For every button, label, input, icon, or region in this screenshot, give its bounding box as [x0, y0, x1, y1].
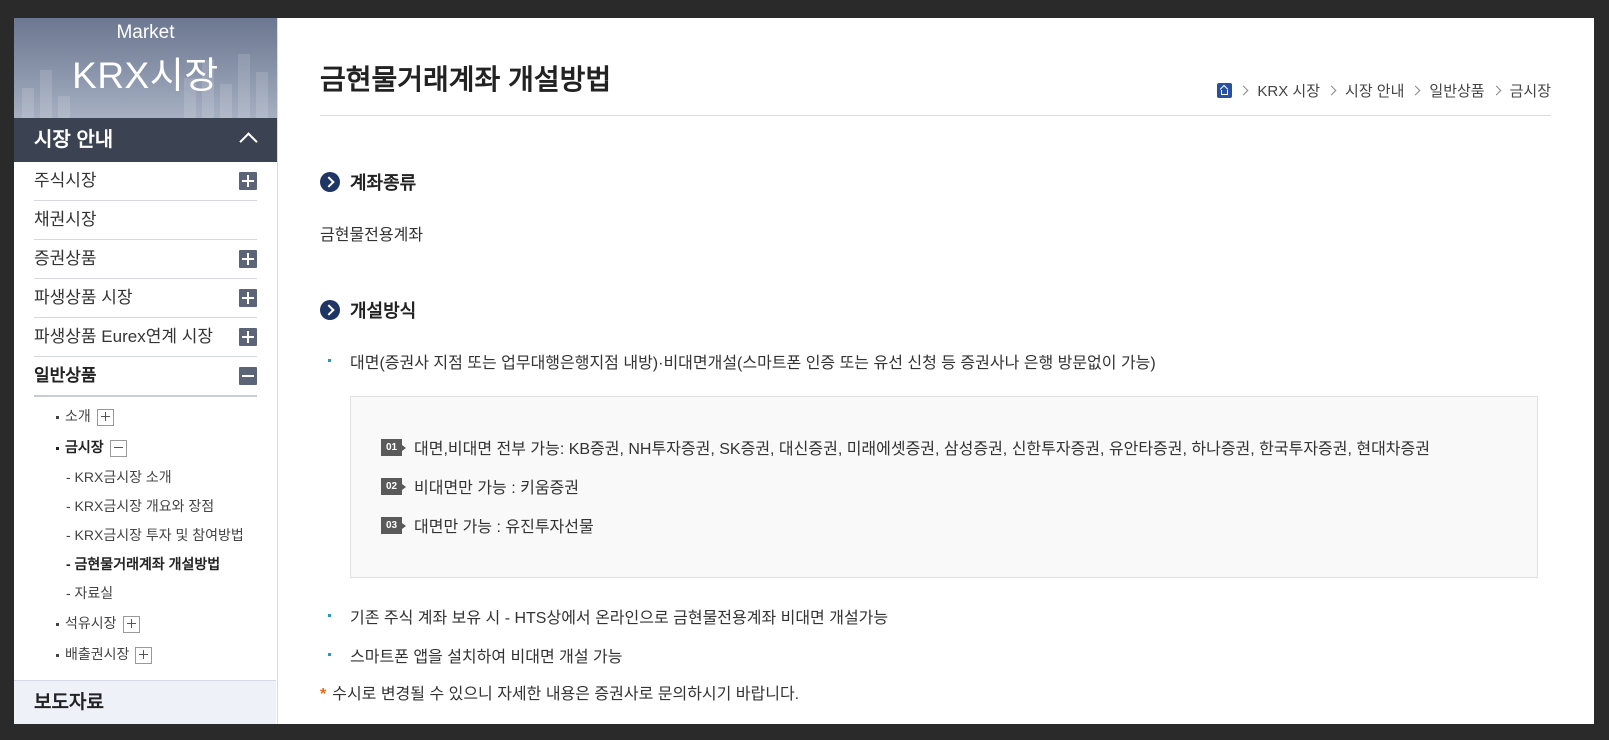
section-heading-account-type: 계좌종류: [320, 169, 416, 195]
firm-list-text: 대면,비대면 전부 가능: KB증권, NH투자증권, SK증권, 대신증권, …: [414, 441, 1430, 458]
chevron-circle-icon: [320, 300, 340, 320]
expand-plus-icon[interactable]: [239, 250, 257, 268]
home-icon[interactable]: [1217, 83, 1233, 98]
list-item: 기존 주식 계좌 보유 시 - HTS상에서 온라인으로 금현물전용계좌 비대면…: [328, 604, 888, 628]
chevron-circle-icon: [320, 172, 340, 192]
sidebar-item-label: 파생상품 시장: [34, 288, 133, 307]
sidebar-item-derivatives-market[interactable]: 파생상품 시장: [34, 279, 257, 318]
submenu-item-emission-market[interactable]: 배출권시장: [56, 639, 257, 670]
list-item-text: 대면(증권사 지점 또는 업무대행은행지점 내방)·비대면개설(스마트폰 인증 …: [350, 355, 1156, 372]
chevron-up-icon[interactable]: [239, 132, 258, 151]
expand-plus-icon[interactable]: [239, 172, 257, 190]
chevron-right-icon: [1238, 85, 1249, 96]
firm-list-row: 03 대면만 가능 : 유진투자선물: [381, 513, 594, 537]
sidebar-item-securities-products[interactable]: 증권상품: [34, 240, 257, 279]
gold-submenu: - KRX금시장 소개 - KRX금시장 개요와 장점 - KRX금시장 투자 …: [56, 463, 257, 608]
section-heading-opening-method: 개설방식: [320, 297, 416, 323]
breadcrumb-gold-market[interactable]: 금시장: [1510, 80, 1551, 101]
banner-subtitle: Market: [116, 22, 175, 43]
list-item-text: 스마트폰 앱을 설치하여 비대면 개설 가능: [350, 649, 623, 666]
sidebar-item-label: 주식시장: [34, 171, 97, 190]
sidebar-item-label: 파생상품 Eurex연계 시장: [34, 327, 213, 346]
firm-list-text: 비대면만 가능 : 키움증권: [414, 480, 579, 497]
list-item-text: 기존 주식 계좌 보유 시 - HTS상에서 온라인으로 금현물전용계좌 비대면…: [350, 610, 889, 627]
submenu-label: 금시장: [65, 439, 104, 455]
submenu-item-gold-market[interactable]: 금시장: [56, 432, 257, 463]
sidebar-item-label: 채권시장: [34, 210, 97, 229]
submenu-link-resources[interactable]: - 자료실: [66, 579, 257, 608]
sidebar: Market KRX시장 시장 안내 주식시장 채권시장 증권상품 파생상품 시…: [14, 18, 278, 724]
sidebar-item-commodities[interactable]: 일반상품: [34, 357, 257, 397]
chevron-right-icon: [1491, 85, 1502, 96]
expand-plus-icon[interactable]: [135, 646, 153, 664]
browser-viewport: Market KRX시장 시장 안내 주식시장 채권시장 증권상품 파생상품 시…: [14, 18, 1594, 724]
sidebar-submenu: 소개 금시장 - KRX금시장 소개 - KRX금시장 개요와 장점 - KRX…: [34, 397, 257, 670]
sidebar-item-stock-market[interactable]: 주식시장: [34, 162, 257, 201]
bullet-icon: [56, 415, 59, 419]
bullet-icon: [56, 653, 59, 657]
sidebar-item-label: 일반상품: [34, 366, 97, 385]
notice-message: 수시로 변경될 수 있으니 자세한 내용은 증권사로 문의하시기 바랍니다.: [332, 686, 800, 703]
notice-text: * 수시로 변경될 수 있으니 자세한 내용은 증권사로 문의하시기 바랍니다.: [320, 680, 799, 704]
sidebar-item-label: 증권상품: [34, 249, 97, 268]
section-heading-text: 개설방식: [350, 301, 417, 321]
market-banner: Market KRX시장: [14, 18, 277, 118]
submenu-item-intro[interactable]: 소개: [56, 401, 257, 432]
sidebar-item-press-releases[interactable]: 보도자료: [14, 680, 276, 724]
collapse-minus-icon[interactable]: [109, 439, 127, 457]
breadcrumb-krx-market[interactable]: KRX 시장: [1257, 80, 1320, 101]
breadcrumb-commodities[interactable]: 일반상품: [1429, 80, 1484, 101]
bullet-icon: [56, 622, 59, 626]
securities-firms-box: 01 대면,비대면 전부 가능: KB증권, NH투자증권, SK증권, 대신증…: [350, 396, 1538, 578]
submenu-link-krx-gold-overview[interactable]: - KRX금시장 개요와 장점: [66, 492, 257, 521]
chevron-right-icon: [1326, 85, 1337, 96]
expand-plus-icon[interactable]: [239, 328, 257, 346]
firm-list-row: 02 비대면만 가능 : 키움증권: [381, 474, 579, 498]
page-title: 금현물거래계좌 개설방법: [320, 64, 612, 95]
breadcrumb-market-guide[interactable]: 시장 안내: [1345, 80, 1404, 101]
firm-list-text: 대면만 가능 : 유진투자선물: [414, 519, 594, 536]
collapse-minus-icon[interactable]: [239, 367, 257, 385]
submenu-label: 석유시장: [65, 615, 117, 631]
list-item: 대면(증권사 지점 또는 업무대행은행지점 내방)·비대면개설(스마트폰 인증 …: [328, 349, 1156, 373]
list-item: 스마트폰 앱을 설치하여 비대면 개설 가능: [328, 643, 622, 667]
submenu-label: 소개: [65, 408, 91, 424]
title-divider: [320, 115, 1551, 116]
submenu-label: 배출권시장: [65, 646, 130, 662]
submenu-link-krx-gold-intro[interactable]: - KRX금시장 소개: [66, 463, 257, 492]
sidebar-item-eurex-market[interactable]: 파생상품 Eurex연계 시장: [34, 318, 257, 357]
number-badge: 02: [381, 477, 406, 495]
chevron-right-icon: [1410, 85, 1421, 96]
breadcrumb: KRX 시장 시장 안내 일반상품 금시장: [1217, 80, 1551, 101]
firm-list-row: 01 대면,비대면 전부 가능: KB증권, NH투자증권, SK증권, 대신증…: [381, 435, 1430, 459]
main-content: 금현물거래계좌 개설방법 KRX 시장 시장 안내 일반상품 금시장 계좌종류 …: [320, 18, 1551, 724]
section-heading-text: 계좌종류: [350, 173, 417, 193]
expand-plus-icon[interactable]: [96, 408, 114, 426]
number-badge: 01: [381, 438, 406, 456]
expand-plus-icon[interactable]: [122, 615, 140, 633]
submenu-link-account-opening[interactable]: - 금현물거래계좌 개설방법: [66, 550, 257, 579]
number-badge: 03: [381, 516, 406, 534]
expand-plus-icon[interactable]: [239, 289, 257, 307]
sidebar-section-header[interactable]: 시장 안내: [14, 118, 277, 162]
submenu-item-oil-market[interactable]: 석유시장: [56, 608, 257, 639]
account-type-text: 금현물전용계좌: [320, 227, 424, 244]
sidebar-menu: 주식시장 채권시장 증권상품 파생상품 시장 파생상품 Eurex연계 시장 일…: [14, 162, 277, 670]
sidebar-section-title: 시장 안내: [34, 129, 114, 151]
banner-title: KRX시장: [72, 55, 219, 96]
bullet-icon: [56, 446, 59, 450]
sidebar-item-bond-market[interactable]: 채권시장: [34, 201, 257, 240]
asterisk-icon: *: [320, 686, 327, 703]
submenu-link-krx-gold-participation[interactable]: - KRX금시장 투자 및 참여방법: [66, 521, 257, 550]
